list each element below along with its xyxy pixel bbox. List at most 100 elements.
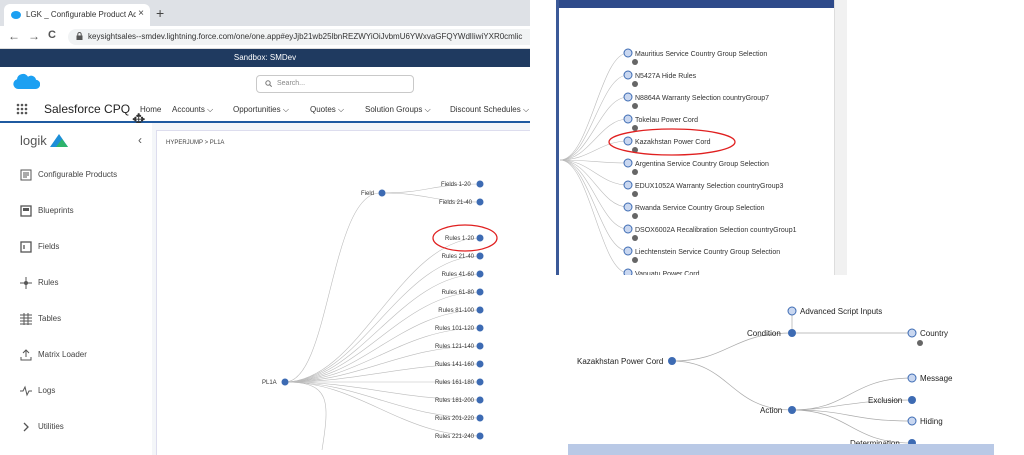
tree-node-label: Vanuatu Power Cord bbox=[635, 271, 700, 275]
nav-item-accounts-label: Accounts bbox=[172, 105, 205, 114]
tree-node[interactable] bbox=[378, 189, 386, 197]
tree-node[interactable] bbox=[907, 416, 917, 426]
tree-node[interactable] bbox=[623, 246, 633, 256]
sidebar-item-matrix-loader[interactable]: Matrix Loader bbox=[0, 345, 152, 369]
back-button[interactable]: ← bbox=[8, 29, 20, 43]
gear-icon[interactable] bbox=[632, 191, 638, 197]
close-tab-icon[interactable]: × bbox=[138, 8, 144, 19]
collapse-sidebar-button[interactable]: ‹ bbox=[138, 133, 142, 147]
decorative-header bbox=[556, 0, 846, 8]
tree-node[interactable] bbox=[476, 396, 484, 404]
tree-node-label: Rules 1-20 bbox=[445, 236, 475, 242]
reload-button[interactable]: C bbox=[48, 29, 56, 41]
nav-item-accounts[interactable]: Accounts ⌵ bbox=[172, 105, 213, 115]
tree-node[interactable] bbox=[788, 329, 796, 337]
nav-item-quotes[interactable]: Quotes ⌵ bbox=[310, 105, 344, 115]
tree-node[interactable] bbox=[787, 306, 797, 316]
sidebar-item-label: Blueprints bbox=[38, 206, 74, 215]
tree-node[interactable] bbox=[623, 224, 633, 234]
chevron-down-icon[interactable]: ⌵ bbox=[283, 105, 289, 114]
tree-node[interactable] bbox=[476, 306, 484, 314]
tree-node-label: Rules 121-140 bbox=[435, 344, 475, 350]
browser-window: LGK _ Configurable Product Adm × + ← → C… bbox=[0, 0, 530, 455]
gear-icon[interactable] bbox=[632, 125, 638, 131]
nav-item-solution-groups[interactable]: Solution Groups ⌵ bbox=[365, 105, 431, 115]
gear-icon[interactable] bbox=[632, 235, 638, 241]
gear-icon[interactable] bbox=[632, 81, 638, 87]
sidebar-item-configurable-products[interactable]: Configurable Products bbox=[0, 165, 152, 189]
gear-icon[interactable] bbox=[632, 103, 638, 109]
chevron-down-icon[interactable]: ⌵ bbox=[207, 105, 213, 114]
tree-node-label: N8864A Warranty Selection countryGroup7 bbox=[635, 95, 769, 102]
sidebar-item-tables[interactable]: Tables bbox=[0, 309, 152, 333]
tree-node[interactable] bbox=[668, 357, 676, 365]
tree-node[interactable] bbox=[476, 198, 484, 206]
app-launcher-icon[interactable] bbox=[16, 103, 28, 115]
tree-node[interactable] bbox=[623, 136, 633, 146]
tree-node-label: Fields 21-40 bbox=[439, 200, 473, 206]
tree-node[interactable] bbox=[623, 180, 633, 190]
tree-node[interactable] bbox=[281, 378, 289, 386]
tree-node[interactable] bbox=[476, 414, 484, 422]
tree-node[interactable] bbox=[476, 180, 484, 188]
new-tab-button[interactable]: + bbox=[156, 6, 164, 20]
gear-icon[interactable] bbox=[632, 257, 638, 263]
salesforce-favicon-icon bbox=[11, 11, 21, 19]
gear-icon[interactable] bbox=[632, 213, 638, 219]
browser-tab[interactable]: LGK _ Configurable Product Adm × bbox=[4, 4, 150, 26]
tree-node[interactable] bbox=[623, 92, 633, 102]
chevron-down-icon[interactable]: ⌵ bbox=[425, 105, 431, 114]
tree-node[interactable] bbox=[623, 70, 633, 80]
tree-node[interactable] bbox=[476, 360, 484, 368]
nav-item-solution-groups-label: Solution Groups bbox=[365, 105, 423, 114]
tree-node[interactable] bbox=[908, 396, 916, 404]
url-input[interactable]: keysightsales--smdev.lightning.force.com… bbox=[68, 29, 530, 45]
tree-node-label: Kazakhstan Power Cord bbox=[635, 139, 711, 146]
logs-icon bbox=[20, 385, 32, 397]
forward-button[interactable]: → bbox=[28, 29, 40, 43]
chevron-down-icon[interactable]: ⌵ bbox=[523, 105, 529, 114]
tree-node[interactable] bbox=[476, 342, 484, 350]
tree-node-label: Rules 101-120 bbox=[435, 326, 475, 332]
sidebar-item-blueprints[interactable]: Blueprints bbox=[0, 201, 152, 225]
tree-node-label: Country bbox=[920, 329, 948, 338]
sidebar-item-fields[interactable]: Fields bbox=[0, 237, 152, 261]
tree-node-label: Argentina Service Country Group Selectio… bbox=[635, 161, 769, 168]
chevron-down-icon[interactable]: ⌵ bbox=[338, 105, 344, 114]
panel-footer-bar bbox=[568, 444, 994, 455]
gear-icon[interactable] bbox=[917, 340, 923, 346]
tree-node[interactable] bbox=[476, 270, 484, 278]
tree-node[interactable] bbox=[623, 202, 633, 212]
tree-node[interactable] bbox=[623, 158, 633, 168]
tree-node[interactable] bbox=[623, 268, 633, 275]
nav-item-opportunities[interactable]: Opportunities ⌵ bbox=[233, 105, 289, 115]
tree-node[interactable] bbox=[476, 432, 484, 440]
nav-item-discount-schedules[interactable]: Discount Schedules ⌵ bbox=[450, 105, 529, 115]
sidebar-item-logs[interactable]: Logs bbox=[0, 381, 152, 405]
tree-node-label: Mauritius Service Country Group Selectio… bbox=[635, 51, 767, 58]
tree-node[interactable] bbox=[476, 378, 484, 386]
tree-node-label: EDUX1052A Warranty Selection countryGrou… bbox=[635, 183, 783, 190]
tree-node[interactable] bbox=[907, 373, 917, 383]
search-icon bbox=[265, 80, 272, 87]
salesforce-cloud-icon[interactable] bbox=[12, 73, 40, 91]
tree-node[interactable] bbox=[788, 406, 796, 414]
tree-node[interactable] bbox=[476, 324, 484, 332]
app-name: Salesforce CPQ bbox=[44, 102, 131, 116]
tree-node[interactable] bbox=[476, 252, 484, 260]
nav-item-discount-schedules-label: Discount Schedules bbox=[450, 105, 521, 114]
lock-icon bbox=[76, 32, 83, 40]
sidebar-item-rules[interactable]: Rules bbox=[0, 273, 152, 297]
tree-node[interactable] bbox=[907, 328, 917, 338]
tree-node[interactable] bbox=[623, 114, 633, 124]
global-search-input[interactable]: Search... bbox=[256, 75, 414, 93]
gear-icon[interactable] bbox=[632, 169, 638, 175]
tree-node[interactable] bbox=[476, 288, 484, 296]
tree-node[interactable] bbox=[623, 48, 633, 58]
rules-icon bbox=[20, 277, 32, 289]
sidebar-item-utilities[interactable]: Utilities bbox=[0, 417, 152, 441]
scrollbar[interactable] bbox=[834, 0, 847, 275]
gear-icon[interactable] bbox=[632, 59, 638, 65]
tree-node-label: Kazakhstan Power Cord bbox=[577, 357, 663, 366]
tree-node[interactable] bbox=[476, 234, 484, 242]
